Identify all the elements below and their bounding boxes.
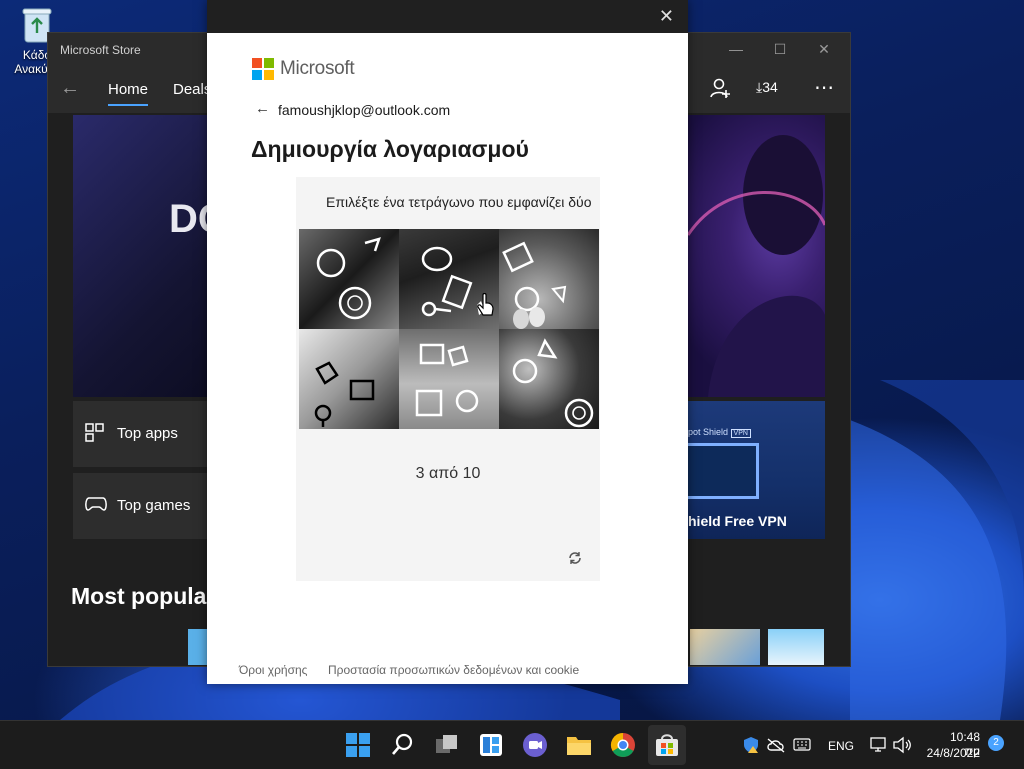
app-thumbnail[interactable] [768, 629, 824, 665]
grid-icon [85, 423, 105, 449]
captcha-cell-3[interactable] [499, 229, 599, 329]
vpn-app-name: hield Free VPN [688, 513, 787, 529]
minimize-button[interactable]: — [726, 41, 746, 59]
keyboard-icon[interactable] [793, 738, 811, 756]
notification-badge[interactable]: 2 [988, 735, 1004, 751]
microsoft-logo-icon [252, 58, 274, 80]
top-apps-label: Top apps [117, 425, 178, 442]
downloads-button[interactable]: ⤓34 [756, 79, 778, 96]
store-close-button[interactable]: ✕ [814, 41, 834, 59]
chrome-icon[interactable] [609, 731, 637, 759]
terms-link[interactable]: Όροι χρήσης [239, 663, 307, 677]
captcha-cell-1[interactable] [299, 229, 399, 329]
start-windows-icon[interactable] [344, 731, 372, 759]
file-explorer-icon[interactable] [565, 731, 593, 759]
top-games-label: Top games [117, 497, 191, 514]
widgets-icon[interactable] [477, 731, 505, 759]
refresh-icon[interactable] [568, 551, 582, 570]
section-title: Most popula [71, 583, 207, 609]
back-arrow-icon[interactable]: ← [255, 100, 270, 117]
vpn-screenshot [688, 443, 759, 499]
account-dialog: ✕ Microsoft ← famoushjklop@outlook.com Δ… [207, 0, 688, 684]
dialog-titlebar: ✕ [207, 0, 688, 33]
captcha-cell-4[interactable] [299, 329, 399, 429]
captcha-cell-6[interactable] [499, 329, 599, 429]
language-indicator[interactable]: ENG [828, 739, 854, 753]
privacy-link[interactable]: Προστασία προσωπικών δεδομένων και cooki… [328, 663, 579, 677]
hero-figure-art [686, 135, 827, 397]
account-email: famoushjklop@outlook.com [278, 102, 451, 118]
tab-deals[interactable]: Deals [173, 81, 211, 98]
microsoft-store-icon[interactable] [653, 731, 681, 759]
network-icon[interactable] [869, 736, 887, 759]
cloud-offline-icon[interactable] [766, 737, 786, 758]
vpn-app-tile[interactable]: pot Shield VPN hield Free VPN [688, 401, 825, 539]
add-account-icon[interactable] [710, 77, 732, 104]
teams-chat-icon[interactable] [521, 731, 549, 759]
hand-cursor-icon [477, 292, 495, 317]
security-shield-icon[interactable] [742, 736, 760, 759]
task-view-icon[interactable] [433, 731, 461, 759]
volume-icon[interactable] [892, 736, 912, 759]
back-arrow-icon[interactable]: ← [60, 77, 80, 100]
store-title: Microsoft Store [60, 43, 141, 57]
clock-date[interactable]: 24/8/2022 [922, 746, 980, 760]
search-icon[interactable] [389, 731, 417, 759]
dialog-heading: Δημιουργία λογαριασμού [251, 136, 529, 162]
app-thumbnail[interactable] [690, 629, 760, 665]
gamepad-icon [85, 495, 107, 518]
maximize-button[interactable]: ☐ [770, 41, 790, 59]
hero-banner-right[interactable] [686, 115, 827, 397]
vpn-brand-label: pot Shield VPN [688, 427, 751, 438]
captcha-panel: Επιλέξτε ένα τετράγωνο που εμφανίζει δύο [296, 177, 600, 581]
captcha-progress: 3 από 10 [415, 465, 481, 482]
tab-home[interactable]: Home [108, 81, 149, 106]
captcha-grid [299, 229, 599, 429]
taskbar: ENG 10:48 πμ 24/8/2022 [0, 720, 1024, 769]
microsoft-brand: Microsoft [280, 58, 355, 79]
captcha-instruction: Επιλέξτε ένα τετράγωνο που εμφανίζει δύο [326, 194, 592, 210]
captcha-cell-5[interactable] [399, 329, 499, 429]
dialog-close-icon[interactable]: ✕ [659, 6, 674, 27]
app-thumbnail[interactable] [188, 629, 208, 665]
more-options-icon[interactable]: ⋯ [814, 75, 835, 100]
downloads-count: 34 [762, 79, 778, 95]
